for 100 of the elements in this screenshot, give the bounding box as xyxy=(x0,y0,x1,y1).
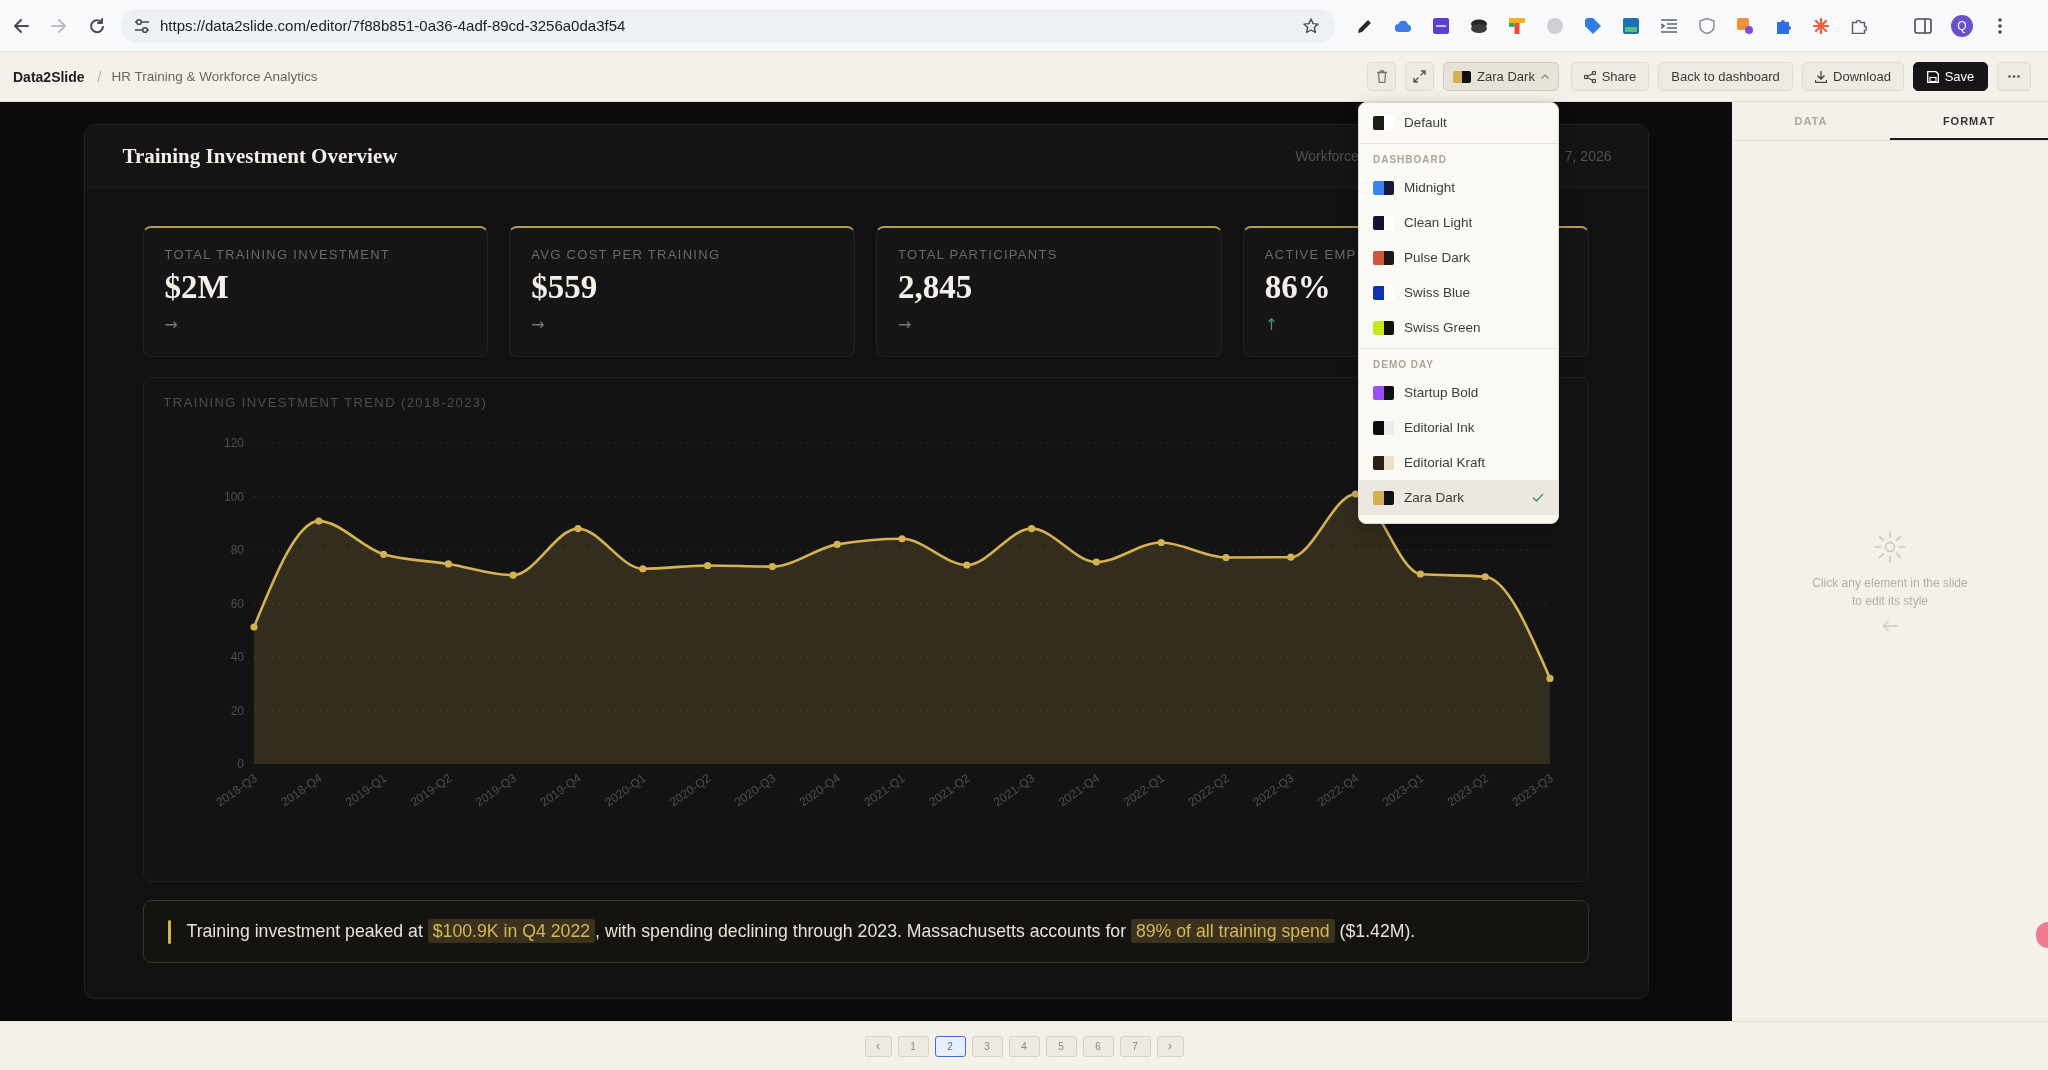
data-point xyxy=(314,517,322,525)
kpi-label: ACTIVE EMP xyxy=(1264,247,1357,263)
data-point xyxy=(1416,570,1424,578)
trend-arrow: ↑ xyxy=(1264,315,1279,335)
theme-option[interactable]: Clean Light xyxy=(1359,205,1558,240)
theme-dropdown[interactable]: Zara Dark xyxy=(1443,62,1559,91)
data-point xyxy=(509,571,517,579)
menu-section-heading: DASHBOARD xyxy=(1372,153,1448,167)
reload-icon[interactable] xyxy=(89,17,105,34)
document-title: HR Training & Workforce Analytics xyxy=(111,69,318,84)
download-button[interactable]: Download xyxy=(1802,62,1904,91)
tab[interactable]: FORMAT xyxy=(1890,102,2048,140)
asterisk-icon[interactable] xyxy=(1813,17,1829,34)
star-icon[interactable] xyxy=(1303,17,1319,34)
pen-icon[interactable] xyxy=(1357,17,1373,34)
swatch-icon xyxy=(1373,420,1394,435)
y-axis-label: 0 xyxy=(236,757,244,771)
more-icon xyxy=(2008,75,2020,78)
back-to-dashboard-button[interactable]: Back to dashboard xyxy=(1658,62,1793,91)
data-point xyxy=(1092,558,1100,566)
address-bar[interactable]: https://data2slide.com/editor/7f88b851-0a36-4adf-89cd-3256a0da3f54 xyxy=(121,8,1335,43)
swatch-icon xyxy=(1373,490,1394,505)
data-point xyxy=(573,525,582,533)
data-point xyxy=(249,623,258,631)
sidebar-icon[interactable] xyxy=(1914,17,1932,34)
data-point xyxy=(1351,490,1359,498)
site-settings-icon[interactable] xyxy=(134,17,150,34)
data-point xyxy=(638,565,646,573)
slide-subtitle: Workforce xyxy=(1295,148,1359,164)
sun-icon xyxy=(1873,530,1907,564)
menu-section-heading: DEMO DAY xyxy=(1372,358,1435,372)
y-axis-label: 120 xyxy=(223,436,244,450)
theme-option[interactable]: Editorial Ink xyxy=(1359,410,1558,445)
data-point xyxy=(444,560,452,568)
expand-button[interactable] xyxy=(1405,62,1434,91)
swatch-icon xyxy=(1373,385,1394,400)
slide-title: Training Investment Overview xyxy=(122,143,398,169)
kpi-label: AVG COST PER TRAINING xyxy=(531,247,721,263)
shield-icon[interactable] xyxy=(1699,17,1715,34)
tag-icon[interactable] xyxy=(1585,17,1601,34)
y-axis-label: 40 xyxy=(230,650,244,664)
share-button[interactable]: Share xyxy=(1571,62,1649,91)
y-axis-label: 100 xyxy=(223,489,244,504)
kpi-label: TOTAL PARTICIPANTS xyxy=(898,247,1058,263)
accent-bar xyxy=(167,919,171,944)
trend-arrow: → xyxy=(164,315,178,335)
swatch-icon xyxy=(1373,320,1394,335)
page-button[interactable]: 2 xyxy=(934,1035,966,1057)
swatch-icon xyxy=(1373,285,1394,300)
data-point xyxy=(1286,553,1294,561)
share-icon xyxy=(1583,70,1596,83)
save-icon xyxy=(1926,70,1939,83)
data-point xyxy=(1157,538,1165,547)
delete-button[interactable] xyxy=(1367,62,1396,91)
data-point xyxy=(703,561,711,570)
trend-arrow: → xyxy=(898,315,912,335)
check-icon xyxy=(1532,493,1544,502)
slide-subtitle: 7, 2026 xyxy=(1564,148,1612,164)
puzzle-icon[interactable] xyxy=(1775,17,1791,34)
swatch-icon xyxy=(1373,180,1394,195)
window-icon[interactable] xyxy=(1623,17,1639,34)
swatch-icon xyxy=(1373,250,1394,265)
menu-icon[interactable] xyxy=(1998,17,2002,34)
square-icon[interactable] xyxy=(1433,17,1449,34)
app-name[interactable]: Data2Slide xyxy=(13,68,85,85)
app-badge-icon[interactable] xyxy=(1737,17,1753,34)
swatch-icon xyxy=(1453,70,1472,83)
theme-option[interactable]: Startup Bold xyxy=(1359,375,1558,410)
data-point xyxy=(962,561,970,569)
expand-icon xyxy=(1413,70,1426,83)
kpi-value: 2,845 xyxy=(898,268,973,307)
swatch-icon xyxy=(1373,455,1394,470)
back-icon[interactable] xyxy=(13,17,29,34)
trend-arrow: → xyxy=(531,315,545,335)
theme-option[interactable]: Zara Dark xyxy=(1359,480,1558,515)
profile-avatar[interactable]: Q xyxy=(1951,14,1973,37)
data-point xyxy=(1481,573,1489,581)
data-point xyxy=(1221,553,1230,562)
extensions-icon[interactable] xyxy=(1851,17,1867,34)
theme-option[interactable]: Default xyxy=(1359,105,1558,140)
blocks-icon[interactable] xyxy=(1509,17,1525,34)
data-point xyxy=(379,550,387,558)
y-axis-label: 60 xyxy=(230,596,244,611)
list-icon[interactable] xyxy=(1661,17,1677,34)
download-icon xyxy=(1815,70,1828,83)
stack-icon[interactable] xyxy=(1471,17,1487,34)
swatch-icon xyxy=(1373,215,1394,230)
save-button[interactable]: Save xyxy=(1913,62,1988,91)
hint-text: Click any element in the slide to edit its style xyxy=(1811,575,1969,610)
theme-option[interactable]: Swiss Green xyxy=(1359,310,1558,345)
theme-option[interactable]: Swiss Blue xyxy=(1359,275,1558,310)
data-point xyxy=(1545,674,1554,682)
data-point xyxy=(897,535,906,543)
y-axis-label: 20 xyxy=(230,703,244,718)
theme-option[interactable]: Pulse Dark xyxy=(1359,240,1558,275)
kpi-value: $559 xyxy=(531,268,598,307)
theme-option[interactable]: Editorial Kraft xyxy=(1359,445,1558,480)
chart-title: TRAINING INVESTMENT TREND (2018-2023) xyxy=(163,395,489,411)
theme-option[interactable]: Midnight xyxy=(1359,170,1558,205)
swatch-icon xyxy=(1373,115,1394,130)
